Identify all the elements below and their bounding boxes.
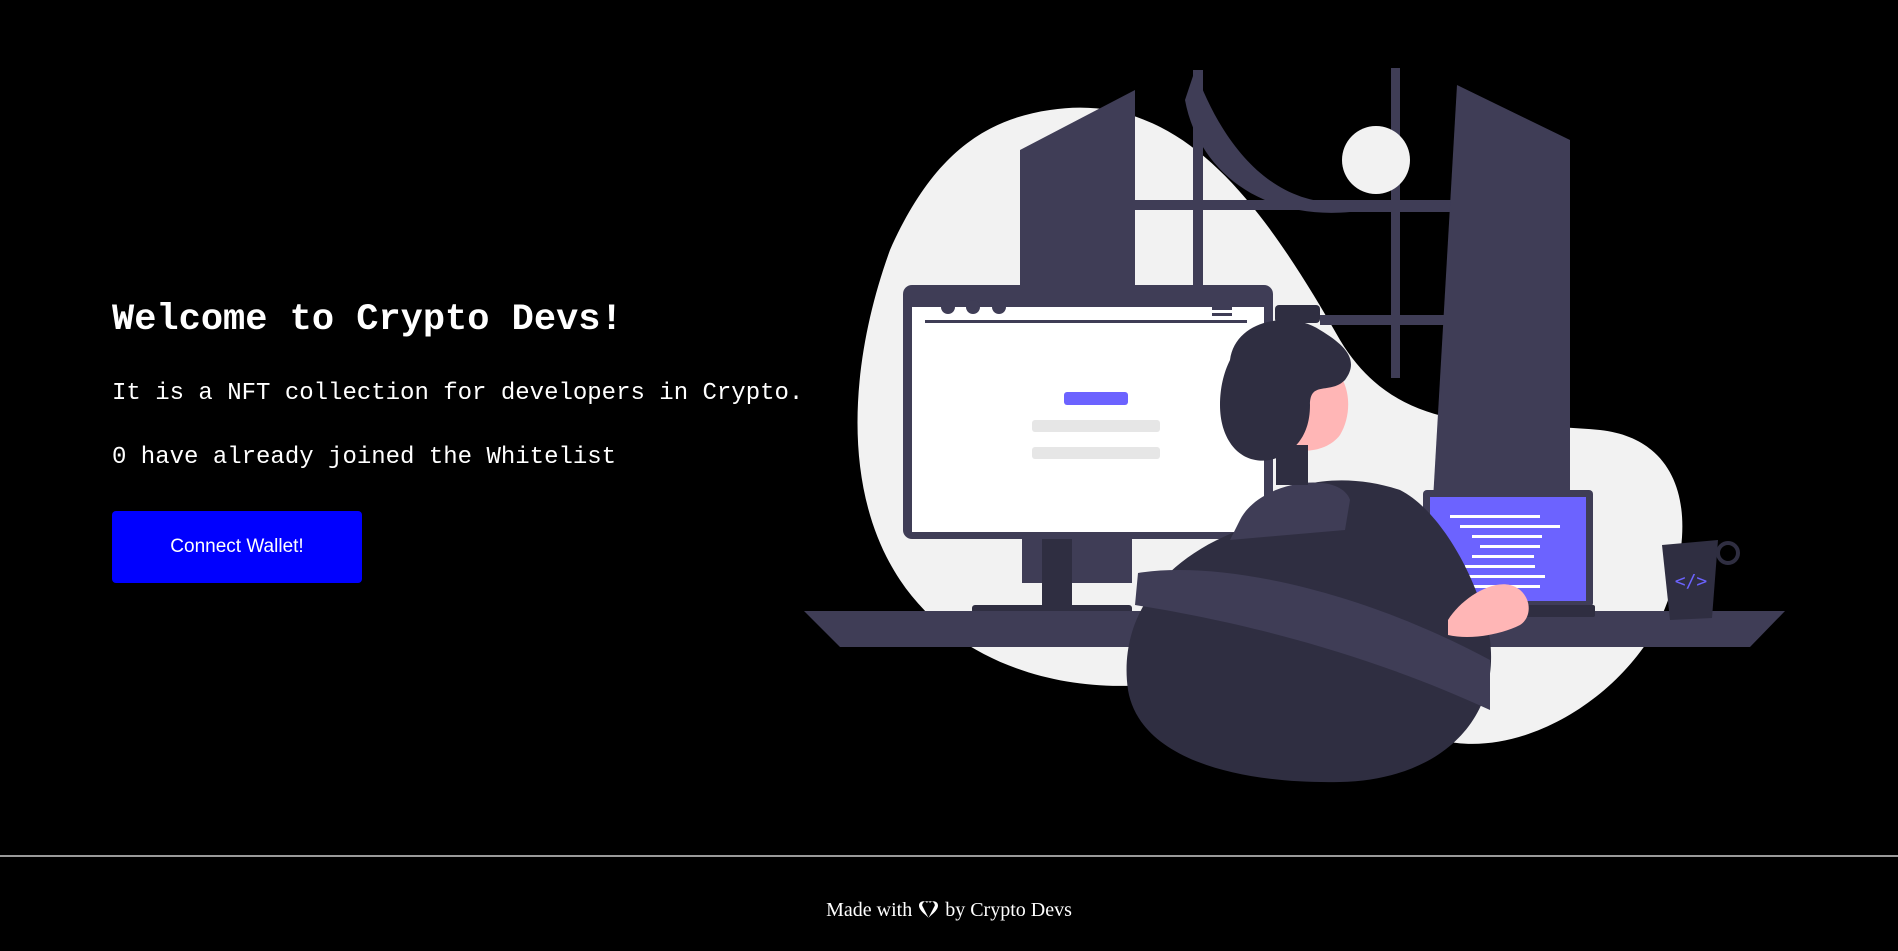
page-title: Welcome to Crypto Devs!: [112, 299, 623, 341]
code-icon: </>: [1675, 571, 1708, 592]
connect-wallet-button[interactable]: Connect Wallet!: [112, 511, 362, 583]
moon-circle: [1342, 126, 1410, 194]
collection-description: It is a NFT collection for developers in…: [112, 380, 804, 407]
footer-suffix: by Crypto Devs: [945, 899, 1072, 921]
footer-divider: [0, 855, 1898, 857]
whitelist-count-text: 0 have already joined the Whitelist: [112, 444, 617, 471]
main-section: Welcome to Crypto Devs! It is a NFT coll…: [0, 0, 1898, 855]
heart-icon: [919, 899, 939, 925]
mug: </>: [1662, 540, 1740, 620]
footer: Made with by Crypto Devs: [0, 897, 1898, 925]
developer-illustration: </>: [804, 68, 1785, 783]
footer-prefix: Made with: [826, 899, 913, 921]
page: Welcome to Crypto Devs! It is a NFT coll…: [0, 0, 1898, 951]
